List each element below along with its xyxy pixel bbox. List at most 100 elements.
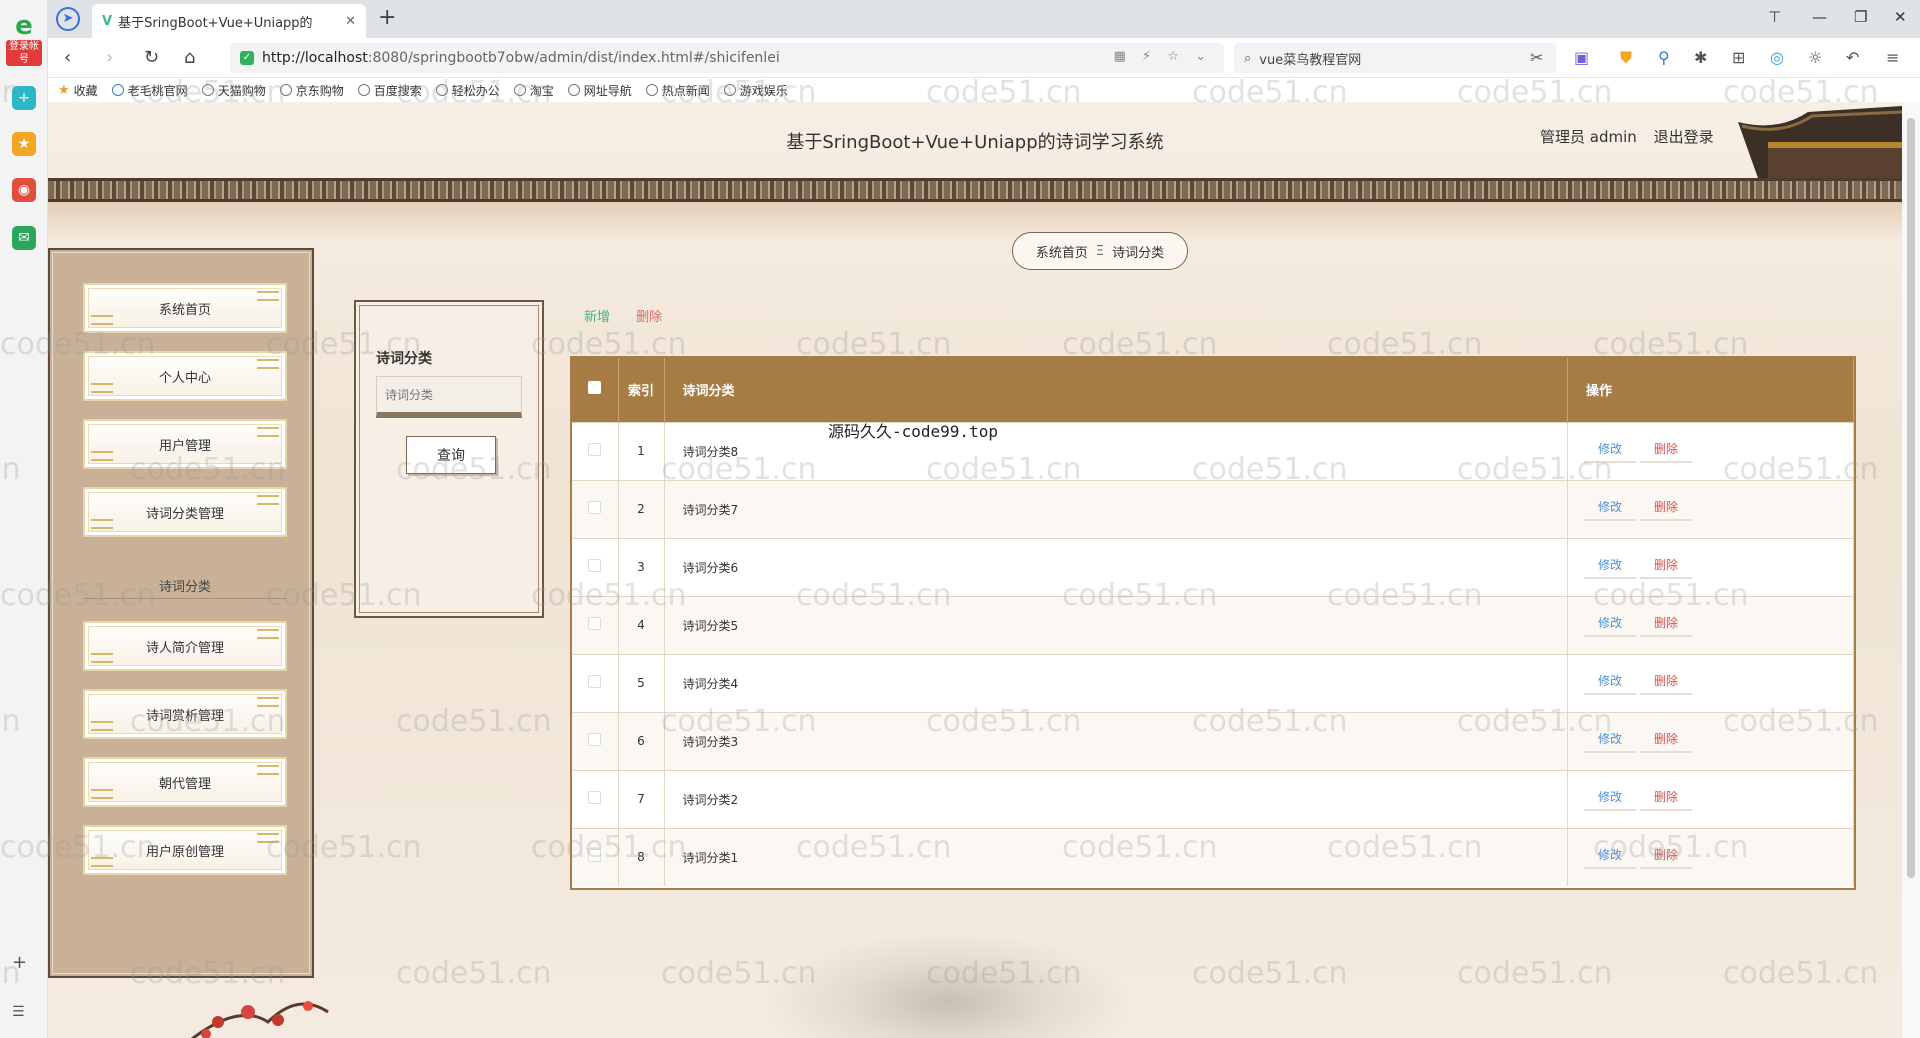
minimize-icon[interactable]: — <box>1812 8 1827 26</box>
eye-icon[interactable]: ◉ <box>12 178 36 202</box>
water-ripple-decoration <box>768 932 1128 1038</box>
category-table: 索引 诗词分类 操作 1 诗词分类8 修改 删除 2 诗词分类7 修改 删除 3 诗词分类6 修改删… <box>570 356 1856 890</box>
url-host: http://localhost <box>262 50 368 66</box>
puzzle-icon[interactable]: ✱ <box>1694 48 1707 67</box>
add-icon[interactable]: + <box>12 952 27 973</box>
row-index: 7 <box>618 770 665 828</box>
sidebar-item-home[interactable]: 系统首页 <box>83 283 287 333</box>
brightness-icon[interactable]: ☼ <box>1808 48 1822 67</box>
row-checkbox[interactable] <box>588 443 602 456</box>
url-extension-icons[interactable]: ▦ ⚡ ☆ ⌄ <box>1114 49 1212 64</box>
magnifier-icon[interactable]: ⚲ <box>1658 48 1670 67</box>
close-icon[interactable]: ✕ <box>345 14 356 29</box>
list-icon[interactable]: ☰ <box>12 1004 25 1020</box>
shield-ext-icon[interactable]: ⛊ <box>1620 48 1632 68</box>
scrollbar-thumb[interactable] <box>1907 118 1915 878</box>
shirt-icon[interactable]: ⊤ <box>1768 8 1781 26</box>
select-all-checkbox[interactable] <box>588 381 602 395</box>
url-field[interactable]: ✓ http://localhost:8080/springbootb7obw/… <box>230 43 1224 73</box>
breadcrumb-home[interactable]: 系统首页 <box>1036 242 1088 261</box>
delete-button[interactable]: 删除 <box>1640 672 1693 695</box>
new-tab-icon[interactable]: + <box>378 5 396 30</box>
row-check-cell <box>572 480 619 538</box>
window-close-icon[interactable]: ✕ <box>1894 8 1907 26</box>
row-checkbox[interactable] <box>588 617 602 630</box>
delete-button[interactable]: 删除 <box>1640 788 1693 811</box>
grid-icon[interactable]: ⊞ <box>1732 48 1745 67</box>
delete-button[interactable]: 删除 <box>1640 730 1693 753</box>
bookmark-item[interactable]: 网址导航 <box>567 82 632 99</box>
row-checkbox[interactable] <box>588 559 602 572</box>
sidebar-item-dynasty[interactable]: 朝代管理 <box>83 757 287 807</box>
delete-button[interactable]: 删除 <box>1640 556 1693 579</box>
bookmark-item[interactable]: 热点新闻 <box>645 82 710 99</box>
bookmark-item[interactable]: 百度搜索 <box>357 82 422 99</box>
page-scrollbar[interactable] <box>1902 102 1920 1038</box>
header-name[interactable]: 诗词分类 <box>664 358 1568 422</box>
mail-icon[interactable]: ✉ <box>12 226 36 250</box>
delete-button[interactable]: 删除 <box>1640 614 1693 637</box>
row-checkbox[interactable] <box>588 501 602 514</box>
sidebar-subitem-category[interactable]: 诗词分类 <box>83 573 287 599</box>
edit-button[interactable]: 修改 <box>1584 846 1637 869</box>
menu-icon[interactable]: ≡ <box>1886 48 1899 67</box>
reload-icon[interactable]: ↻ <box>144 47 159 68</box>
browser-logo[interactable]: e 登录帐号 <box>6 12 42 66</box>
translate-icon[interactable]: ▣ <box>1574 48 1589 67</box>
table-row: 4 诗词分类5 修改 删除 <box>572 596 1854 654</box>
star-icon[interactable]: ★ <box>12 132 36 156</box>
tab-bar: ➤ V 基于SringBoot+Vue+Uniapp的 ✕ + ⊤ — ❐ ✕ <box>48 0 1920 38</box>
row-checkbox[interactable] <box>588 791 602 804</box>
batch-delete-button[interactable]: 删除 <box>636 310 662 325</box>
edit-button[interactable]: 修改 <box>1584 440 1637 463</box>
shield-icon: ✓ <box>240 51 254 65</box>
refresh-ext-icon[interactable]: ◎ <box>1770 48 1784 67</box>
edit-button[interactable]: 修改 <box>1584 788 1637 811</box>
delete-button[interactable]: 删除 <box>1640 846 1693 869</box>
home-icon[interactable]: ⌂ <box>184 47 195 68</box>
row-checkbox[interactable] <box>588 849 602 863</box>
edit-button[interactable]: 修改 <box>1584 730 1637 753</box>
forward-icon[interactable]: › <box>106 47 113 68</box>
sidebar-item-appreciation[interactable]: 诗词赏析管理 <box>83 689 287 739</box>
bookmark-item[interactable]: 老毛桃官网 <box>111 82 188 99</box>
row-check-cell <box>572 596 619 654</box>
browser-tab[interactable]: V 基于SringBoot+Vue+Uniapp的 ✕ <box>92 4 366 38</box>
delete-button[interactable]: 删除 <box>1640 440 1693 463</box>
restore-icon[interactable]: ❐ <box>1854 8 1867 26</box>
sidebar-item-original[interactable]: 用户原创管理 <box>83 825 287 875</box>
bookmark-item[interactable]: 轻松办公 <box>435 82 500 99</box>
compass-icon[interactable]: ➤ <box>56 7 80 31</box>
table-row: 6 诗词分类3 修改 删除 <box>572 712 1854 770</box>
browser-search-field[interactable]: ⌕ vue菜鸟教程官网 <box>1234 43 1556 73</box>
plus-circle-icon[interactable]: + <box>12 86 36 110</box>
row-index: 3 <box>618 538 665 596</box>
logout-link[interactable]: 退出登录 <box>1654 128 1714 146</box>
breadcrumb-current: 诗词分类 <box>1112 245 1165 261</box>
bookmark-favorites[interactable]: ★ 收藏 <box>58 82 98 99</box>
bookmark-item[interactable]: 天猫购物 <box>201 82 266 99</box>
scissors-icon[interactable]: ✂ <box>1530 48 1543 67</box>
sidebar-item-category-manage[interactable]: 诗词分类管理 <box>83 487 287 537</box>
login-tag[interactable]: 登录帐号 <box>6 40 42 66</box>
table-actions: 新增 删除 <box>584 306 662 325</box>
bookmark-item[interactable]: 淘宝 <box>513 82 554 99</box>
sidebar-item-users[interactable]: 用户管理 <box>83 419 287 469</box>
bookmark-item[interactable]: 京东购物 <box>279 82 344 99</box>
category-search-input[interactable] <box>376 376 522 418</box>
row-checkbox[interactable] <box>588 733 602 746</box>
sidebar-item-poets[interactable]: 诗人简介管理 <box>83 621 287 671</box>
sidebar-item-profile[interactable]: 个人中心 <box>83 351 287 401</box>
bookmark-item[interactable]: 游戏娱乐 <box>723 82 788 99</box>
back-icon[interactable]: ‹ <box>64 47 71 68</box>
add-button[interactable]: 新增 <box>584 310 610 325</box>
undo-icon[interactable]: ↶ <box>1846 48 1859 67</box>
query-button[interactable]: 查询 <box>406 436 496 474</box>
edit-button[interactable]: 修改 <box>1584 498 1637 521</box>
row-checkbox[interactable] <box>588 675 602 688</box>
edit-button[interactable]: 修改 <box>1584 614 1637 637</box>
edit-button[interactable]: 修改 <box>1584 556 1637 579</box>
delete-button[interactable]: 删除 <box>1640 498 1693 521</box>
edit-button[interactable]: 修改 <box>1584 672 1637 695</box>
select-all-cell <box>572 358 619 422</box>
